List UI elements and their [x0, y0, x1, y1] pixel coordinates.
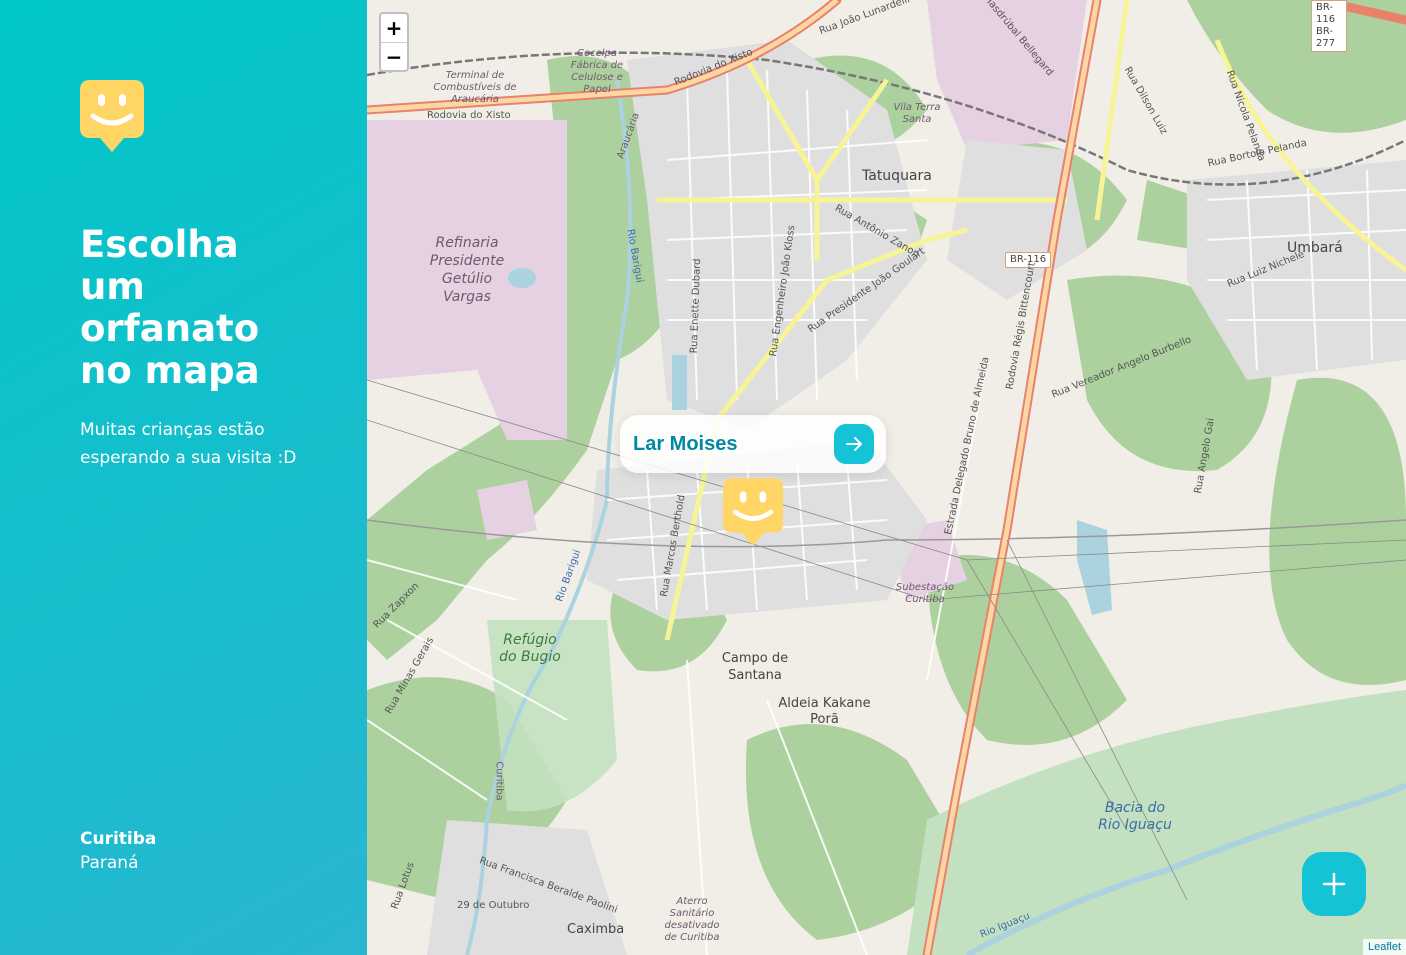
page-subtitle: Muitas crianças estão esperando a sua vi…: [80, 420, 297, 468]
map-label: Refinaria Presidente Getúlio Vargas: [429, 235, 505, 305]
zoom-in-button[interactable]: +: [381, 14, 407, 42]
map-label: 29 de Outubro: [457, 900, 530, 911]
page-title: Escolha um orfanato no mapa: [80, 223, 260, 392]
leaflet-attribution-link[interactable]: Leaflet: [1362, 939, 1406, 955]
plus-icon: [1322, 872, 1346, 896]
zoom-control: + −: [379, 12, 409, 72]
map-label: Bacia do Rio Iguaçu: [1098, 800, 1172, 833]
map-label: Vila Terra Santa: [893, 102, 941, 125]
orphanage-popup[interactable]: Lar Moises: [620, 415, 886, 473]
orphanage-name: Lar Moises: [633, 432, 738, 455]
map-label: Terminal de Combustíveis de Araucária: [433, 70, 517, 105]
happy-logo-icon: [80, 80, 287, 152]
sidebar: Escolha um orfanato no mapa Muitas crian…: [0, 0, 367, 955]
highway-shield: BR-116 BR-277: [1311, 0, 1347, 52]
zoom-out-button[interactable]: −: [381, 42, 407, 70]
map-label: Campo de Santana: [721, 651, 789, 683]
create-orphanage-button[interactable]: [1302, 852, 1366, 916]
city-name: Curitiba: [80, 829, 157, 849]
map-label: Curitiba: [493, 761, 505, 801]
map-label: Rodovia do Xisto: [427, 110, 511, 121]
map-label: Refúgio do Bugio: [499, 632, 561, 665]
arrow-right-icon: [846, 437, 862, 451]
map-label: Aldeia Kakane Porã: [778, 696, 871, 727]
sidebar-header: Escolha um orfanato no mapa Muitas crian…: [80, 80, 296, 472]
map-view[interactable]: Rodovia do Xisto Rodovia do Xisto Rua Jo…: [367, 0, 1406, 955]
orphanage-marker[interactable]: [723, 478, 783, 550]
map-label: Aterro Sanitário desativado de Curitiba: [664, 896, 720, 943]
state-name: Paraná: [80, 853, 139, 873]
open-orphanage-button[interactable]: [834, 424, 874, 464]
map-label: Subestação Curitiba: [895, 582, 955, 605]
map-label: Caximba: [567, 922, 625, 937]
map-label: Tatuquara: [862, 168, 932, 184]
location-footer: Curitiba Paraná: [80, 827, 287, 875]
happy-marker-icon: [723, 478, 783, 546]
map-label: Cocelpa Fábrica de Celulose e Papel: [570, 48, 624, 95]
